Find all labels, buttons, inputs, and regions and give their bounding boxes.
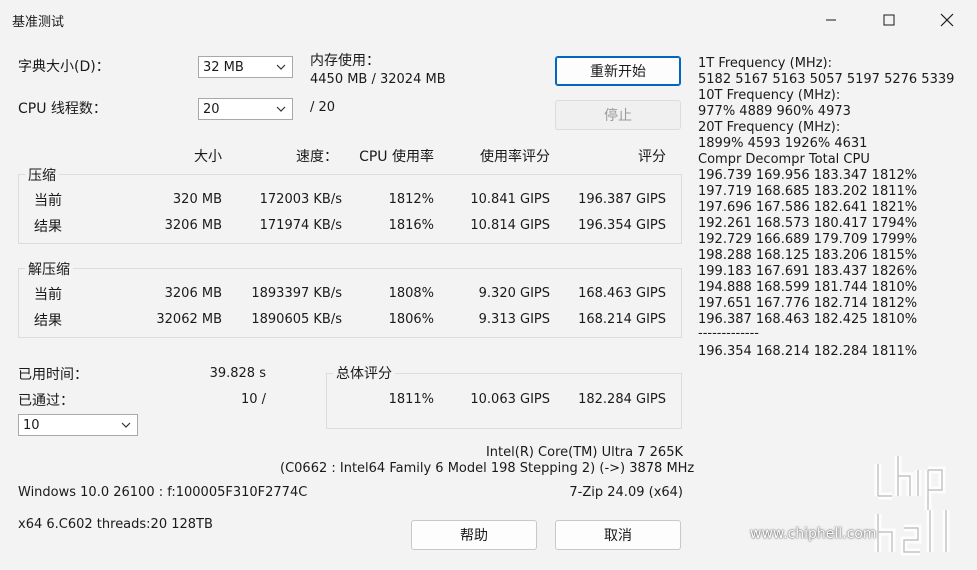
total-cpu: 1811% — [388, 392, 434, 407]
row-usage-rating: 10.841 GIPS — [470, 192, 550, 207]
row-rating: 196.354 GIPS — [578, 218, 666, 233]
row-size: 32062 MB — [156, 312, 222, 327]
restart-button[interactable]: 重新开始 — [555, 56, 681, 86]
log-row: 197.719 168.685 183.202 1811% — [698, 184, 918, 199]
row-cpu: 1808% — [388, 286, 434, 301]
passes-select-value: 10 — [23, 418, 40, 433]
arch-info: x64 6.C602 threads:20 128TB — [18, 517, 213, 532]
row-cpu: 1816% — [388, 218, 434, 233]
row-rating: 196.387 GIPS — [578, 192, 666, 207]
total-label: 总体评分 — [333, 363, 395, 383]
maximize-icon — [883, 14, 895, 26]
minimize-icon — [826, 19, 836, 21]
threads-max: / 20 — [310, 100, 336, 115]
chevron-down-icon — [276, 106, 286, 112]
help-button[interactable]: 帮助 — [411, 520, 537, 550]
memory-value: 4450 MB / 32024 MB — [310, 72, 446, 87]
row-usage-rating: 10.814 GIPS — [470, 218, 550, 233]
row-usage-rating: 9.313 GIPS — [478, 312, 550, 327]
dict-size-value: 32 MB — [203, 60, 244, 75]
row-name: 当前 — [34, 287, 62, 303]
row-rating: 168.214 GIPS — [578, 312, 666, 327]
memory-label: 内存使用： — [310, 53, 380, 69]
stop-button[interactable]: 停止 — [555, 100, 681, 130]
freq-1t-label: 1T Frequency (MHz): — [698, 56, 832, 71]
row-cpu: 1812% — [388, 192, 434, 207]
freq-10t-label: 10T Frequency (MHz): — [698, 88, 841, 103]
close-button[interactable] — [924, 0, 970, 40]
freq-10t-values: 977% 4889 960% 4973 — [698, 104, 851, 119]
row-speed: 1890605 KB/s — [251, 312, 342, 327]
watermark-url: www.chiphell.com — [750, 526, 877, 542]
freq-1t-values: 5182 5167 5163 5057 5197 5276 5339 — [698, 72, 955, 87]
passes-select[interactable]: 10 — [18, 414, 138, 436]
compress-label: 压缩 — [25, 165, 59, 185]
row-rating: 168.463 GIPS — [578, 286, 666, 301]
cancel-button[interactable]: 取消 — [555, 520, 681, 550]
close-icon — [940, 13, 954, 27]
row-name: 当前 — [34, 193, 62, 209]
title-bar: 基准测试 — [0, 0, 977, 40]
freq-20t-label: 20T Frequency (MHz): — [698, 120, 841, 135]
threads-select[interactable]: 20 — [198, 98, 293, 120]
compress-group — [18, 174, 682, 244]
row-name: 结果 — [34, 313, 62, 329]
row-size: 3206 MB — [164, 218, 222, 233]
maximize-button[interactable] — [866, 0, 912, 40]
row-size: 3206 MB — [164, 286, 222, 301]
cpu-name: Intel(R) Core(TM) Ultra 7 265K — [485, 445, 683, 460]
log-row: 194.888 168.599 181.744 1810% — [698, 280, 918, 295]
passes-value: 10 / — [240, 392, 266, 407]
freq-20t-values: 1899% 4593 1926% 4631 — [698, 136, 868, 151]
log-row: 198.288 168.125 183.206 1815% — [698, 248, 918, 263]
log-row: 196.739 169.956 183.347 1812% — [698, 168, 918, 183]
os-info: Windows 10.0 26100 : f:100005F310F2774C — [18, 485, 308, 500]
cpu-detail: (C0662 : Intel64 Family 6 Model 198 Step… — [280, 461, 695, 476]
decompress-group — [18, 268, 682, 338]
total-rating: 182.284 GIPS — [578, 392, 666, 407]
chiphell-logo — [874, 456, 950, 556]
header-size: 大小 — [194, 149, 222, 165]
dict-size-label: 字典大小(D)： — [18, 59, 110, 75]
dict-size-select[interactable]: 32 MB — [198, 56, 293, 78]
log-row: 192.729 166.689 179.709 1799% — [698, 232, 918, 247]
log-row: 196.387 168.463 182.425 1810% — [698, 312, 918, 327]
row-speed: 1893397 KB/s — [251, 286, 342, 301]
header-rating: 评分 — [638, 149, 666, 165]
row-usage-rating: 9.320 GIPS — [478, 286, 550, 301]
header-cpu: CPU 使用率 — [359, 149, 434, 165]
row-speed: 172003 KB/s — [259, 192, 342, 207]
row-size: 320 MB — [172, 192, 222, 207]
log-separator: ------------- — [698, 326, 759, 341]
zip-version: 7-Zip 24.09 (x64) — [569, 485, 683, 500]
header-speed: 速度： — [296, 149, 338, 165]
row-speed: 171974 KB/s — [259, 218, 342, 233]
elapsed-value: 39.828 s — [209, 366, 266, 381]
log-row: 199.183 167.691 183.437 1826% — [698, 264, 918, 279]
total-usage-rating: 10.063 GIPS — [470, 392, 550, 407]
minimize-button[interactable] — [808, 0, 854, 40]
header-rating-usage: 使用率评分 — [480, 149, 550, 165]
log-header: Compr Decompr Total CPU — [698, 152, 870, 167]
log-row: 192.261 168.573 180.417 1794% — [698, 216, 918, 231]
threads-value: 20 — [203, 102, 220, 117]
chevron-down-icon — [121, 422, 131, 428]
threads-label: CPU 线程数： — [18, 101, 107, 117]
row-name: 结果 — [34, 219, 62, 235]
chevron-down-icon — [276, 64, 286, 70]
log-row: 197.651 167.776 182.714 1812% — [698, 296, 918, 311]
passes-label: 已通过： — [18, 393, 74, 409]
log-row: 197.696 167.586 182.641 1821% — [698, 200, 918, 215]
row-cpu: 1806% — [388, 312, 434, 327]
elapsed-label: 已用时间： — [18, 367, 88, 383]
decompress-label: 解压缩 — [25, 259, 73, 279]
log-final: 196.354 168.214 182.284 1811% — [698, 344, 918, 359]
window-title: 基准测试 — [12, 15, 65, 30]
